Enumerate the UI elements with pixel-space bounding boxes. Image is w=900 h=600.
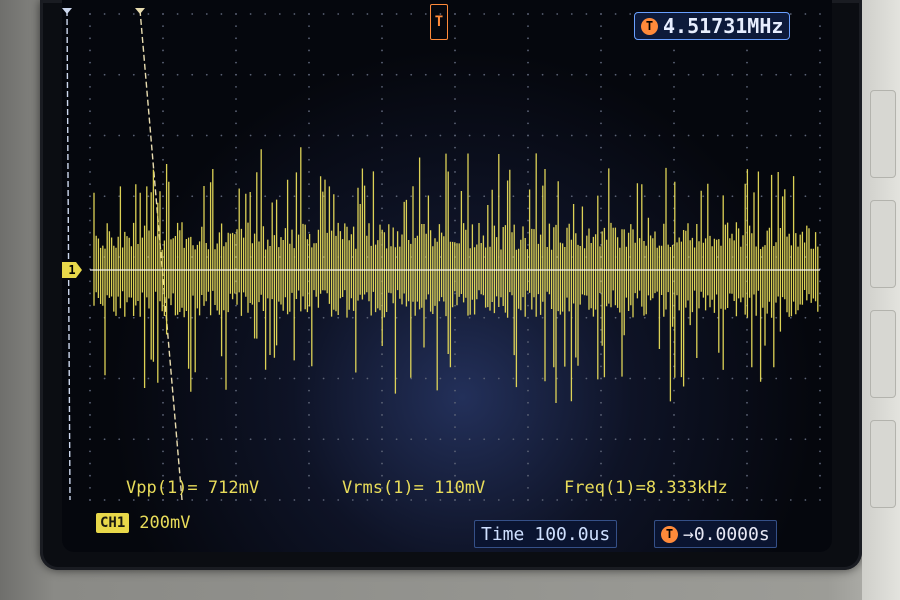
photo-frame: { "display": { "frequency_readout": "4.5… [0, 0, 900, 600]
time-label: Time [481, 523, 525, 545]
trigger-marker-label: T [434, 14, 444, 30]
side-menu-key-1[interactable] [870, 90, 896, 178]
channel-marker-label: 1 [68, 263, 76, 277]
trigger-position-marker[interactable]: T [430, 4, 448, 40]
t-circle-icon: T [661, 525, 678, 543]
vrms-measurement: Vrms(1)= 110mV [342, 478, 486, 498]
vpp-measurement: Vpp(1)= 712mV [126, 478, 260, 498]
frequency-readout: T 4.51731MHz [634, 12, 791, 40]
t-circle-icon: T [641, 17, 658, 35]
trigger-offset-readout: T →0.0000s [654, 520, 777, 548]
scope-screen: T T 4.51731MHz 1 Vpp(1)= 712mV Vrms(1)= … [62, 0, 832, 552]
volts-per-div: 200mV [139, 513, 191, 533]
freq-measurement: Freq(1)=8.333kHz [564, 478, 728, 498]
trigger-offset-value: →0.0000s [683, 523, 770, 545]
timebase-readout: Time 100.0us [474, 520, 618, 548]
ch1-badge[interactable]: CH1 [96, 513, 130, 533]
side-menu-key-4[interactable] [870, 420, 896, 508]
frequency-value: 4.51731MHz [663, 14, 784, 38]
waveform-trace [93, 147, 819, 403]
side-menu-key-2[interactable] [870, 200, 896, 288]
waveform-display [62, 8, 821, 501]
time-per-div: 100.0us [534, 523, 611, 545]
side-menu-key-3[interactable] [870, 310, 896, 398]
cursor-line-1[interactable] [66, 9, 71, 501]
